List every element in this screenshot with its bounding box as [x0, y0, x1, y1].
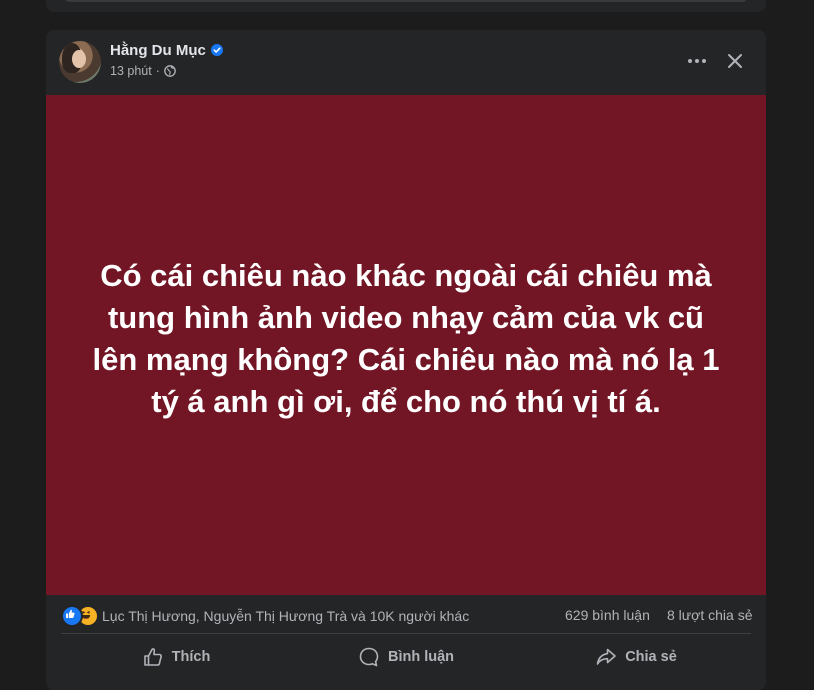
share-button[interactable]: Chia sẻ [521, 637, 751, 677]
post-actions: Thích Bình luận Chia sẻ [61, 637, 751, 677]
thumbs-up-icon [143, 648, 162, 666]
share-icon [596, 648, 617, 665]
comments-count[interactable]: 629 bình luận [565, 607, 650, 623]
comment-icon [359, 647, 379, 667]
reactions-summary[interactable]: Lục Thị Hương, Nguyễn Thị Hương Trà và 1… [61, 605, 469, 627]
post-background[interactable]: Có cái chiêu nào khác ngoài cái chiêu mà… [46, 95, 766, 595]
reaction-names: Lục Thị Hương, Nguyễn Thị Hương Trà và 1… [102, 608, 470, 624]
post-text: Có cái chiêu nào khác ngoài cái chiêu mà… [92, 258, 720, 419]
post-meta: 13 phút · [110, 64, 176, 78]
close-post-button[interactable] [720, 46, 750, 76]
like-reaction-icon [61, 605, 83, 627]
meta-separator: · [155, 64, 160, 78]
avatar-face [72, 50, 86, 68]
previous-post-comment-bar[interactable] [64, 0, 748, 2]
share-label: Chia sẻ [625, 649, 677, 665]
ellipsis-icon [688, 59, 706, 63]
author-name-row: Hằng Du Mục [110, 42, 223, 59]
post-card: Hằng Du Mục 13 phút · Có cái chiêu nào k… [46, 30, 766, 690]
like-label: Thích [171, 649, 211, 665]
close-icon [728, 54, 742, 68]
avatar[interactable] [59, 41, 101, 83]
comment-label: Bình luận [387, 649, 455, 665]
previous-post-card [46, 0, 766, 12]
more-options-button[interactable] [682, 46, 712, 76]
author-name[interactable]: Hằng Du Mục [110, 42, 206, 59]
post-header: Hằng Du Mục 13 phút · [46, 30, 766, 95]
globe-icon[interactable] [164, 65, 176, 77]
post-stats: Lục Thị Hương, Nguyễn Thị Hương Trà và 1… [46, 595, 766, 633]
shares-count[interactable]: 8 lượt chia sẻ [667, 607, 752, 623]
like-button[interactable]: Thích [61, 637, 291, 677]
actions-divider [61, 633, 751, 634]
comment-button[interactable]: Bình luận [291, 637, 521, 677]
post-time[interactable]: 13 phút [110, 64, 152, 78]
verified-badge-icon [210, 43, 223, 56]
